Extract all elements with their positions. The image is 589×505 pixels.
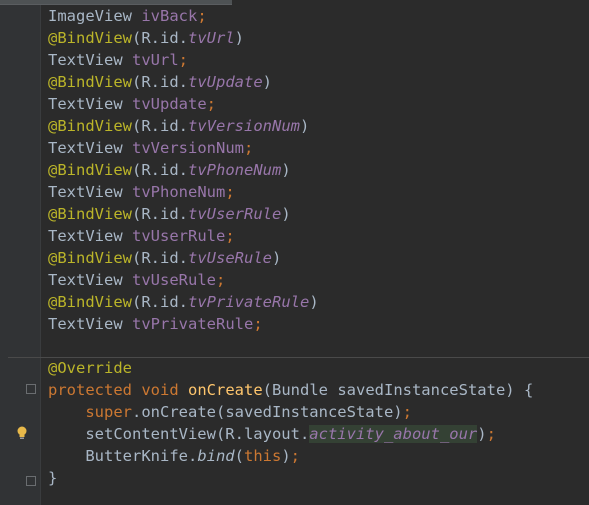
code-editor[interactable]: ImageView ivBack; @BindView(R.id.tvUrl) … [48,5,588,489]
code-line: protected void onCreate(Bundle savedInst… [48,381,534,399]
code-line: @BindView(R.id.tvPhoneNum) [48,161,291,179]
code-line: super.onCreate(savedInstanceState); [85,403,412,421]
lightbulb-icon[interactable] [14,425,30,441]
gutter-divider [40,0,41,505]
code-line: ImageView ivBack; [48,7,207,25]
code-line: TextView tvUserRule; [48,227,235,245]
code-line: @BindView(R.id.tvUpdate) [48,73,272,91]
code-line: TextView tvPrivateRule; [48,315,263,333]
code-line: @BindView(R.id.tvUserRule) [48,205,291,223]
code-line: TextView tvUseRule; [48,271,226,289]
fold-toggle-icon[interactable] [26,384,36,394]
fold-end-icon[interactable] [26,476,36,486]
code-line: TextView tvVersionNum; [48,139,254,157]
code-line: TextView tvPhoneNum; [48,183,235,201]
code-line: @Override [48,359,132,377]
code-line: } [48,469,58,487]
code-line: @BindView(R.id.tvUrl) [48,29,245,47]
code-line: ButterKnife.bind(this); [85,447,300,465]
code-line: @BindView(R.id.tvUseRule) [48,249,282,267]
code-line: TextView tvUrl; [48,51,189,69]
code-line: @BindView(R.id.tvPrivateRule) [48,293,319,311]
code-line: TextView tvUpdate; [48,95,216,113]
code-line: @BindView(R.id.tvVersionNum) [48,117,310,135]
code-line: setContentView(R.layout.activity_about_o… [85,425,496,443]
